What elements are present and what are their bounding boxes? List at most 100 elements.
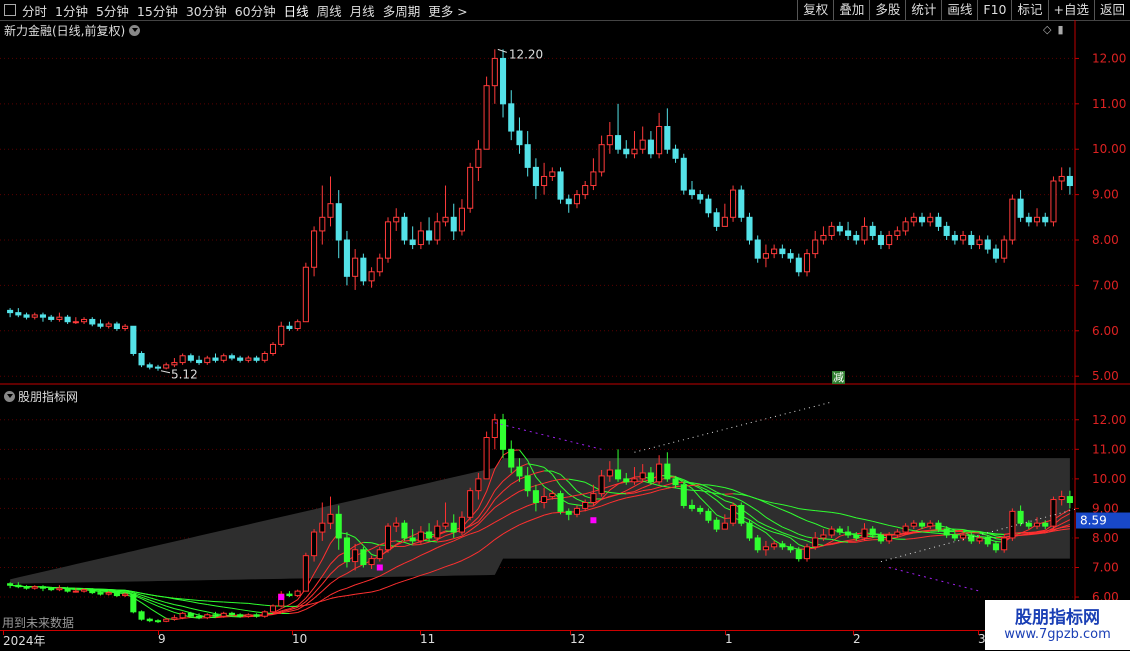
indicator-candle-body	[312, 532, 317, 556]
chart-canvas[interactable]: 12.0011.0010.009.008.007.006.005.0012.00…	[0, 0, 1130, 650]
candle-body	[821, 235, 826, 240]
indicator-candle-body	[928, 523, 933, 526]
ma-line-30	[380, 587, 388, 590]
ma-line-20	[199, 603, 207, 604]
candle-body	[961, 235, 966, 240]
indicator-candle-body	[320, 523, 325, 532]
ma-line-30	[339, 596, 347, 597]
low-marker-arrow	[161, 371, 170, 373]
indicator-candle-body	[123, 594, 128, 595]
candle-body	[344, 240, 349, 276]
candle-body	[418, 231, 423, 245]
candle-body	[796, 258, 801, 272]
indicator-candle-body	[287, 594, 292, 595]
candle-body	[410, 240, 415, 245]
indicator-candle-body	[862, 529, 867, 538]
indicator-candle-body	[90, 590, 95, 593]
candle-body	[1018, 199, 1023, 217]
ma-line-30	[372, 590, 380, 592]
candle-body	[81, 319, 86, 321]
ma-line-13	[207, 612, 215, 614]
indicator-candle-body	[665, 464, 670, 479]
candle-body	[574, 195, 579, 204]
ma-line-13	[191, 608, 199, 610]
indicator-candle-body	[804, 547, 809, 559]
indicator-candle-body	[780, 544, 785, 547]
indicator-candle-body	[459, 517, 464, 532]
candle-body	[804, 254, 809, 272]
indicator-candle-body	[681, 485, 686, 506]
watermark-url: www.7gpzb.com	[985, 627, 1130, 642]
candle-body	[279, 326, 284, 344]
ma-line-20	[363, 579, 371, 582]
chevron-down-icon[interactable]	[4, 391, 15, 402]
ma-line-30	[183, 599, 191, 600]
indicator-candle-body	[854, 535, 859, 538]
candle-body	[624, 149, 629, 154]
indicator-candle-body	[361, 550, 366, 565]
indicator-title-label: 股朋指标网	[18, 388, 78, 405]
indicator-title: 股朋指标网	[4, 388, 78, 405]
indicator-candle-body	[903, 526, 908, 532]
ma-line-13	[158, 600, 166, 602]
indicator-candle-body	[821, 535, 826, 538]
indicator-candle-body	[1043, 523, 1048, 526]
indicator-candle-body	[993, 544, 998, 550]
price-tick-label: 12.00	[1092, 51, 1126, 65]
ma-line-10	[971, 531, 979, 532]
indicator-candle-body	[887, 535, 892, 541]
candle-body	[944, 226, 949, 235]
indicator-candle-body	[747, 523, 752, 538]
watermark-title: 股朋指标网	[985, 603, 1130, 628]
high-marker-label: 12.20	[509, 47, 543, 61]
ma-line-20	[717, 494, 725, 495]
indicator-candle-body	[180, 613, 185, 617]
indicator-candle-body	[755, 538, 760, 550]
indicator-candle-body	[336, 514, 341, 538]
indicator-candle-body	[558, 494, 563, 512]
indicator-candle-body	[451, 523, 456, 532]
x-tick	[570, 631, 571, 635]
candle-body	[591, 172, 596, 186]
indicator-candle-body	[772, 544, 777, 547]
indicator-candle-body	[270, 606, 275, 612]
ma-line-30	[174, 598, 182, 599]
indicator-candle-body	[106, 593, 111, 594]
indicator-candle-body	[698, 508, 703, 511]
ma-line-20	[331, 591, 339, 595]
ma-line-20	[215, 606, 223, 607]
ma-line-8	[158, 606, 166, 609]
candle-body	[599, 145, 604, 172]
price-tick-label: 7.00	[1092, 278, 1119, 292]
ma-line-13	[183, 606, 191, 608]
candle-body	[427, 231, 432, 240]
ma-line-30	[207, 601, 215, 602]
x-tick-label: 11	[420, 632, 435, 646]
indicator-candle-body	[648, 473, 653, 482]
candle-body	[24, 315, 29, 317]
price-tick-label: 11.00	[1092, 97, 1126, 111]
indicator-candle-body	[591, 494, 596, 503]
candle-body	[385, 222, 390, 258]
indicator-candle-body	[213, 615, 218, 616]
indicator-candle-body	[1018, 511, 1023, 523]
ma-line-10	[183, 611, 191, 613]
candle-body	[517, 131, 522, 145]
ma-line-10	[955, 530, 963, 531]
candle-body	[1002, 240, 1007, 258]
indicator-candle-body	[542, 497, 547, 503]
indicator-candle-body	[533, 491, 538, 503]
candle-body	[40, 315, 45, 317]
candle-body	[772, 249, 777, 254]
candle-body	[287, 326, 292, 328]
indicator-candle-body	[870, 529, 875, 535]
candle-body	[1043, 217, 1048, 222]
candle-body	[870, 226, 875, 235]
candle-body	[583, 186, 588, 195]
candle-body	[98, 324, 103, 326]
indicator-candle-body	[8, 584, 13, 585]
candle-body	[205, 358, 210, 363]
candle-body	[377, 258, 382, 272]
indicator-candle-body	[919, 523, 924, 526]
candle-body	[648, 140, 653, 154]
